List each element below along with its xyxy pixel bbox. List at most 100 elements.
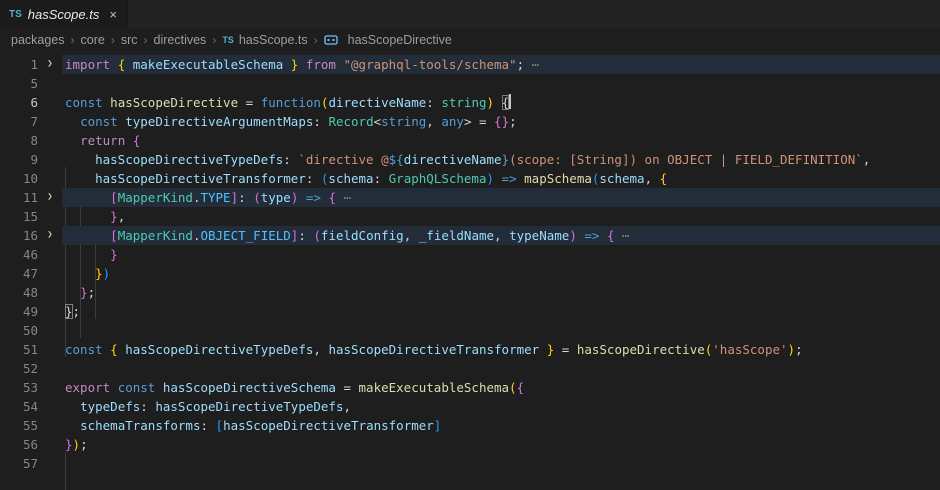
fold-gutter	[38, 378, 62, 397]
code-line[interactable]: 55 schemaTransforms: [hasScopeDirectiveT…	[0, 416, 940, 435]
code-text: const hasScopeDirective = function(direc…	[62, 93, 511, 112]
line-number: 54	[0, 397, 38, 416]
code-text: });	[62, 435, 88, 454]
code-line[interactable]: 1❯import { makeExecutableSchema } from "…	[0, 55, 940, 74]
code-text: }	[62, 245, 118, 264]
code-line[interactable]: 47 })	[0, 264, 940, 283]
breadcrumb-item-packages[interactable]: packages	[10, 33, 66, 47]
code-text: const { hasScopeDirectiveTypeDefs, hasSc…	[62, 340, 803, 359]
code-line[interactable]: 8 return {	[0, 131, 940, 150]
fold-gutter	[38, 74, 62, 93]
code-text: })	[62, 264, 110, 283]
line-number: 15	[0, 207, 38, 226]
breadcrumb-item-core[interactable]: core	[80, 33, 106, 47]
code-text: const typeDirectiveArgumentMaps: Record<…	[62, 112, 517, 131]
fold-gutter	[38, 150, 62, 169]
typescript-file-icon: TS	[222, 35, 234, 45]
breadcrumb-separator: ›	[314, 33, 318, 47]
fold-gutter	[38, 340, 62, 359]
line-number: 51	[0, 340, 38, 359]
code-line[interactable]: 16❯ [MapperKind.OBJECT_FIELD]: (fieldCon…	[0, 226, 940, 245]
code-line[interactable]: 11❯ [MapperKind.TYPE]: (type) => { ⋯	[0, 188, 940, 207]
code-text: [MapperKind.OBJECT_FIELD]: (fieldConfig,…	[62, 226, 630, 245]
fold-gutter	[38, 264, 62, 283]
line-number: 48	[0, 283, 38, 302]
breadcrumb-separator: ›	[144, 33, 148, 47]
code-line[interactable]: 15 },	[0, 207, 940, 226]
breadcrumb-item-symbol[interactable]: hasScopeDirective	[323, 33, 453, 47]
code-text: [MapperKind.TYPE]: (type) => { ⋯	[62, 188, 351, 207]
fold-gutter	[38, 207, 62, 226]
code-text: hasScopeDirectiveTransformer: (schema: G…	[62, 169, 667, 188]
line-number: 47	[0, 264, 38, 283]
line-number: 10	[0, 169, 38, 188]
code-line[interactable]: 51 const { hasScopeDirectiveTypeDefs, has…	[0, 340, 940, 359]
line-number: 56	[0, 435, 38, 454]
code-line[interactable]: 6const hasScopeDirective = function(dire…	[0, 93, 940, 112]
line-number: 16	[0, 226, 38, 245]
fold-gutter	[38, 359, 62, 378]
code-text: return {	[62, 131, 140, 150]
code-text	[62, 321, 65, 340]
breadcrumb-item-directives[interactable]: directives	[153, 33, 208, 47]
code-line[interactable]: 5	[0, 74, 940, 93]
fold-gutter	[38, 416, 62, 435]
typescript-file-icon: TS	[9, 9, 22, 20]
code-text: };	[62, 302, 80, 321]
code-line[interactable]: 50	[0, 321, 940, 340]
code-line[interactable]: 10 hasScopeDirectiveTransformer: (schema…	[0, 169, 940, 188]
line-number: 8	[0, 131, 38, 150]
fold-gutter	[38, 283, 62, 302]
code-line[interactable]: 54 typeDefs: hasScopeDirectiveTypeDefs,	[0, 397, 940, 416]
code-text: import { makeExecutableSchema } from "@g…	[62, 55, 539, 74]
breadcrumb-file-label: hasScope.ts	[239, 33, 308, 47]
fold-gutter	[38, 435, 62, 454]
code-text	[62, 454, 65, 473]
line-number: 55	[0, 416, 38, 435]
close-icon[interactable]: ×	[109, 8, 117, 21]
breadcrumb-separator: ›	[71, 33, 75, 47]
code-text: hasScopeDirectiveTypeDefs: `directive @$…	[62, 150, 870, 169]
fold-gutter	[38, 321, 62, 340]
code-line[interactable]: 7 const typeDirectiveArgumentMaps: Recor…	[0, 112, 940, 131]
line-number: 7	[0, 112, 38, 131]
fold-gutter	[38, 131, 62, 150]
fold-gutter	[38, 245, 62, 264]
fold-chevron-icon[interactable]: ❯	[38, 226, 62, 245]
code-line[interactable]: 49};	[0, 302, 940, 321]
fold-gutter	[38, 397, 62, 416]
fold-gutter	[38, 454, 62, 473]
code-line[interactable]: 46 }	[0, 245, 940, 264]
line-number: 53	[0, 378, 38, 397]
fold-chevron-icon[interactable]: ❯	[38, 188, 62, 207]
tab-hasScope[interactable]: TS hasScope.ts ×	[0, 0, 128, 28]
code-line[interactable]: 57	[0, 454, 940, 473]
code-line[interactable]: 53export const hasScopeDirectiveSchema =…	[0, 378, 940, 397]
code-text	[62, 359, 65, 378]
breadcrumb-item-src[interactable]: src	[120, 33, 139, 47]
line-number: 5	[0, 74, 38, 93]
fold-gutter	[38, 112, 62, 131]
fold-gutter	[38, 169, 62, 188]
code-editor[interactable]: 1❯import { makeExecutableSchema } from "…	[0, 52, 940, 490]
tab-bar: TS hasScope.ts ×	[0, 0, 940, 28]
symbol-variable-icon	[324, 34, 338, 46]
breadcrumb-separator: ›	[111, 33, 115, 47]
code-line[interactable]: 56});	[0, 435, 940, 454]
breadcrumb: packages › core › src › directives › TS …	[0, 28, 940, 52]
line-number: 1	[0, 55, 38, 74]
fold-chevron-icon[interactable]: ❯	[38, 55, 62, 74]
fold-gutter	[38, 93, 62, 112]
breadcrumb-item-file[interactable]: TS hasScope.ts	[221, 33, 308, 47]
line-number: 11	[0, 188, 38, 207]
code-line[interactable]: 9 hasScopeDirectiveTypeDefs: `directive …	[0, 150, 940, 169]
line-number: 46	[0, 245, 38, 264]
code-text: },	[62, 207, 125, 226]
text-cursor	[509, 94, 511, 109]
code-line[interactable]: 48 };	[0, 283, 940, 302]
line-number: 57	[0, 454, 38, 473]
line-number: 50	[0, 321, 38, 340]
breadcrumb-separator: ›	[212, 33, 216, 47]
code-line[interactable]: 52	[0, 359, 940, 378]
line-number: 9	[0, 150, 38, 169]
